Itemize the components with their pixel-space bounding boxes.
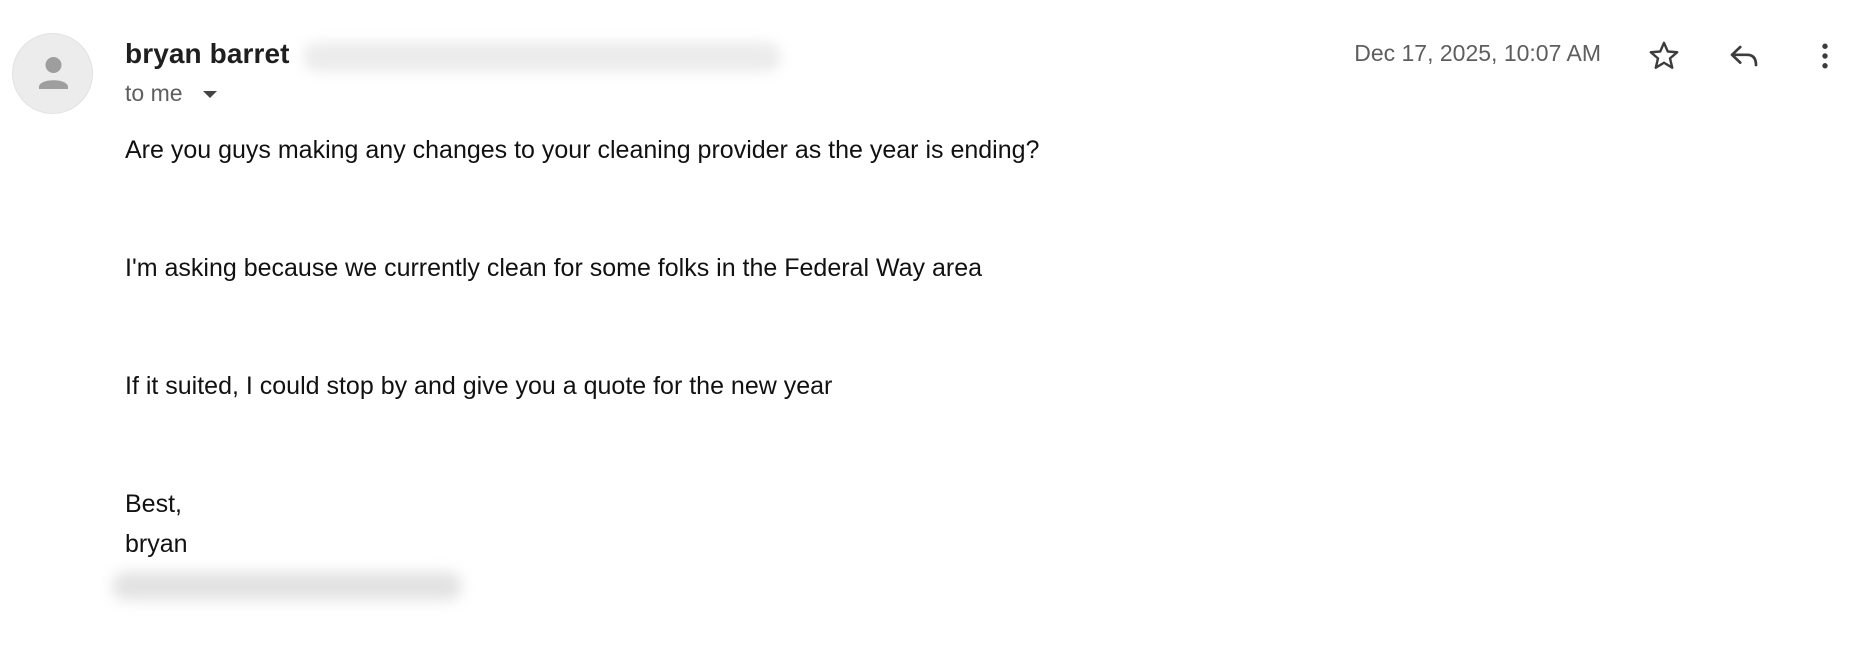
more-options-button[interactable] (1803, 34, 1847, 78)
signature-redacted (112, 572, 462, 600)
body-line: If it suited, I could stop by and give y… (125, 372, 833, 400)
star-icon (1649, 41, 1679, 69)
recipient-label: to me (125, 80, 183, 106)
sender-row: bryan barret (125, 36, 290, 72)
sender-avatar[interactable] (12, 33, 93, 114)
more-vert-icon (1822, 43, 1828, 69)
body-line: I'm asking because we currently clean fo… (125, 254, 983, 282)
sender-email-redacted (303, 42, 781, 72)
email-message: bryan barret to me Dec 17, 2025, 10:07 A… (0, 0, 1866, 652)
signoff: Best, (125, 490, 182, 518)
person-icon (39, 57, 68, 89)
star-button[interactable] (1642, 34, 1686, 78)
recipient-row: to me (125, 80, 217, 107)
email-date: Dec 17, 2025, 10:07 AM (1354, 40, 1601, 66)
sender-name[interactable]: bryan barret (125, 38, 290, 70)
signature-name: bryan (125, 530, 188, 558)
reply-button[interactable] (1722, 34, 1766, 78)
chevron-down-icon[interactable] (202, 91, 217, 98)
reply-icon (1730, 45, 1758, 67)
body-line: Are you guys making any changes to your … (125, 136, 1040, 164)
